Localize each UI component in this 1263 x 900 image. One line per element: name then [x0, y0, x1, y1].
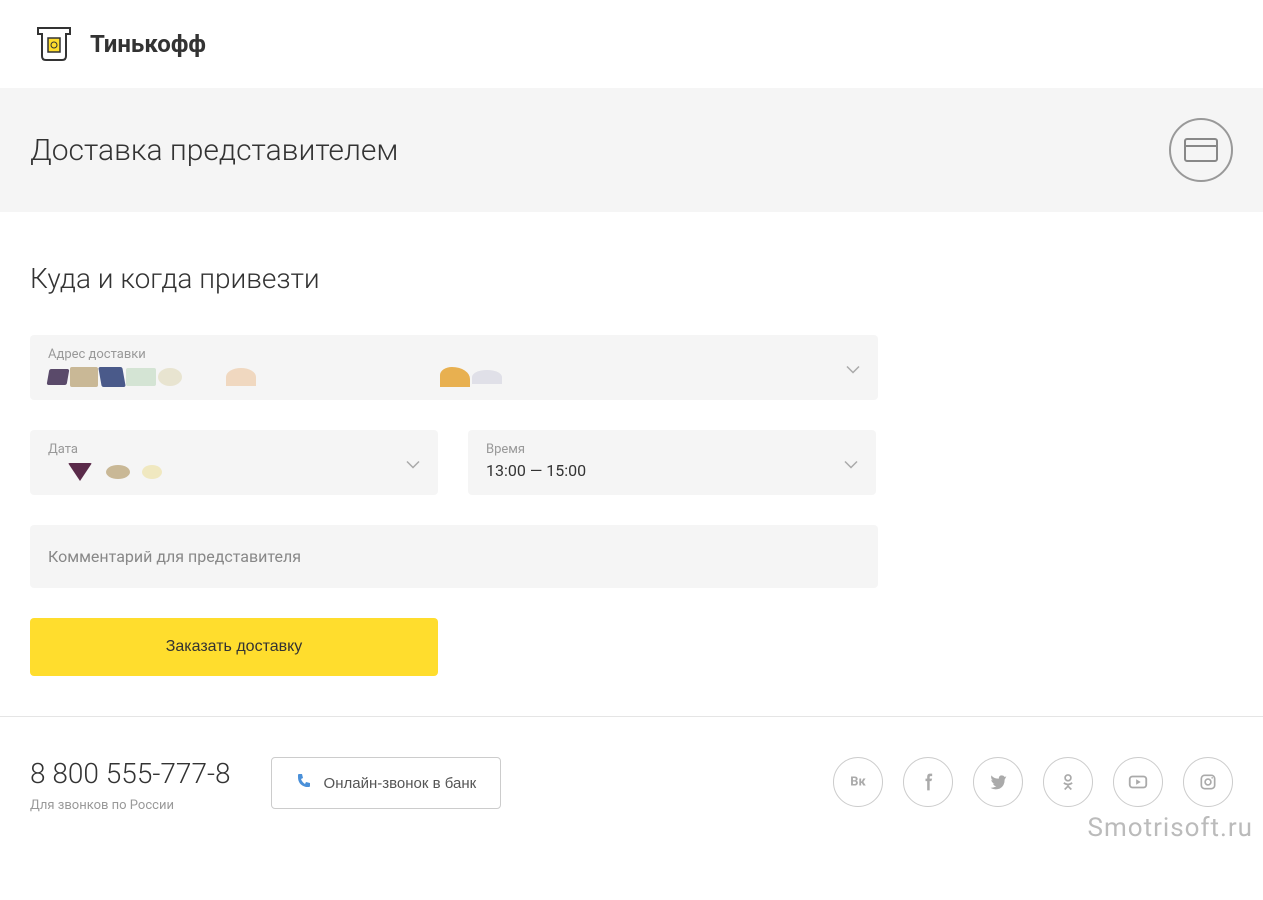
- address-value-blurred: [48, 366, 860, 388]
- vk-icon[interactable]: Вк: [833, 757, 883, 807]
- submit-button[interactable]: Заказать доставку: [30, 618, 438, 676]
- ok-icon[interactable]: [1043, 757, 1093, 807]
- date-label: Дата: [48, 442, 420, 457]
- logo-icon: [30, 20, 78, 68]
- section-title: Куда и когда привезти: [30, 262, 1233, 295]
- comment-field[interactable]: Комментарий для представителя: [30, 525, 878, 588]
- date-value-blurred: [48, 461, 420, 483]
- facebook-icon[interactable]: [903, 757, 953, 807]
- online-call-button[interactable]: Онлайн-звонок в банк: [271, 757, 502, 809]
- call-button-label: Онлайн-звонок в банк: [324, 775, 477, 792]
- footer: 8 800 555-777-8 Для звонков по России Он…: [0, 716, 1263, 853]
- brand-name: Тинькофф: [90, 30, 206, 58]
- page-title: Доставка представителем: [30, 133, 398, 168]
- date-field[interactable]: Дата: [30, 430, 438, 495]
- logo[interactable]: Тинькофф: [30, 20, 206, 68]
- phone-block: 8 800 555-777-8 Для звонков по России: [30, 757, 231, 813]
- svg-text:Вк: Вк: [850, 775, 866, 790]
- subheader: Доставка представителем: [0, 88, 1263, 212]
- card-icon[interactable]: [1169, 118, 1233, 182]
- time-field[interactable]: Время 13:00 — 15:00: [468, 430, 876, 495]
- header: Тинькофф: [0, 0, 1263, 88]
- chevron-down-icon: [844, 453, 858, 472]
- phone-caption: Для звонков по России: [30, 798, 231, 813]
- instagram-icon[interactable]: [1183, 757, 1233, 807]
- phone-icon: [296, 772, 314, 794]
- content: Куда и когда привезти Адрес доставки: [0, 212, 1263, 716]
- chevron-down-icon: [406, 453, 420, 472]
- address-label: Адрес доставки: [48, 347, 860, 362]
- time-label: Время: [486, 442, 858, 457]
- address-field[interactable]: Адрес доставки: [30, 335, 878, 400]
- youtube-icon[interactable]: [1113, 757, 1163, 807]
- phone-number[interactable]: 8 800 555-777-8: [30, 757, 231, 790]
- twitter-icon[interactable]: [973, 757, 1023, 807]
- socials: Вк: [833, 757, 1233, 807]
- watermark: Smotrisoft.ru: [1088, 813, 1254, 843]
- chevron-down-icon: [846, 358, 860, 377]
- time-value: 13:00 — 15:00: [486, 461, 858, 483]
- comment-placeholder: Комментарий для представителя: [48, 547, 860, 566]
